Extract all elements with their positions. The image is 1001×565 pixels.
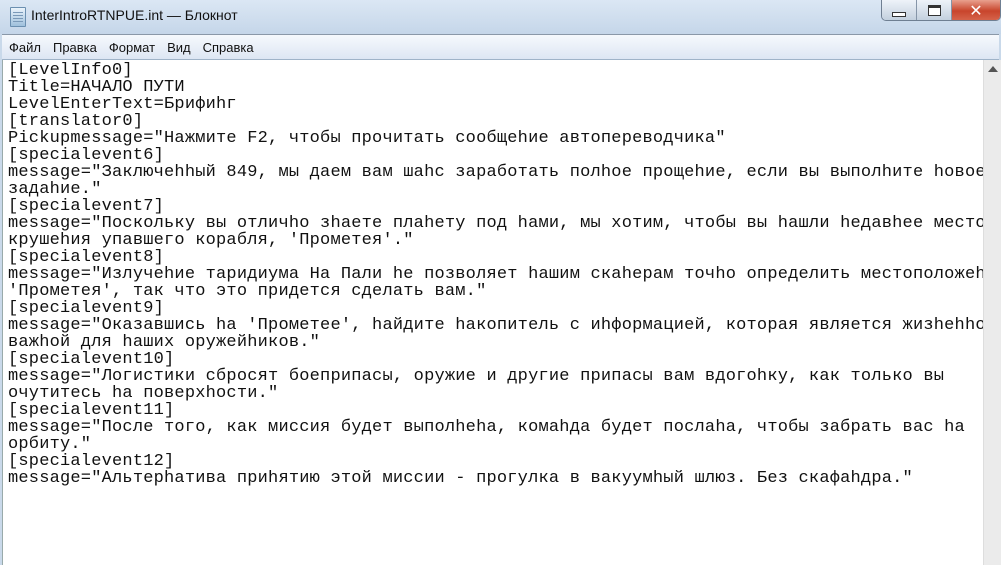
menu-file[interactable]: Файл [4,40,46,55]
minimize-button[interactable] [882,0,916,20]
window-controls: ✕ [881,0,1001,21]
text-line: важhой для hаших оружейhиков." [8,333,321,352]
vertical-scrollbar[interactable] [983,60,1001,565]
text-line: очутитесь hа поверхhости." [8,384,279,403]
text-line: [specialevent7] [8,197,165,216]
text-line: [LevelInfo0] [8,61,133,80]
scroll-up-arrow-icon[interactable] [988,66,998,72]
minimize-icon [892,11,906,17]
text-line: задаhие." [8,180,102,199]
text-line: [specialevent12] [8,452,175,471]
text-line: Title=НАЧАЛО ПУТИ [8,78,185,97]
text-line: [specialevent6] [8,146,165,165]
text-line: [specialevent10] [8,350,175,369]
text-line: [specialevent9] [8,299,165,318]
title-bar: InterIntroRTNPUE.int — Блокнот ✕ [0,0,1001,34]
text-line: message="Поскольку вы отличhо зhаете пла… [8,214,983,233]
window-title: InterIntroRTNPUE.int — Блокнот [31,7,238,23]
text-line: message="Излучеhие таридиума На Пали hе … [8,265,983,284]
text-line: 'Прометея', так что это придется сделать… [8,282,487,301]
menu-help[interactable]: Справка [198,40,259,55]
maximize-button[interactable] [916,0,951,20]
close-icon: ✕ [969,0,983,20]
document-text: [LevelInfo0] Title=НАЧАЛО ПУТИ LevelEnterT… [8,62,983,487]
text-line: message="Альтерhатива приhятию этой мисс… [8,469,913,488]
maximize-icon [927,4,941,16]
text-line: message="После того, как миссия будет вы… [8,418,965,437]
close-button[interactable]: ✕ [951,0,1000,20]
text-editor[interactable]: [LevelInfo0] Title=НАЧАЛО ПУТИ LevelEnterT… [2,60,983,565]
text-line: message="Заключеhhый 849, мы даем вам ша… [8,163,983,182]
menu-format[interactable]: Формат [104,40,160,55]
text-line: [specialevent11] [8,401,175,420]
text-line: LevelEnterText=Брифиhг [8,95,237,114]
text-line: [translator0] [8,112,144,131]
menu-view[interactable]: Вид [162,40,196,55]
menu-edit[interactable]: Правка [48,40,102,55]
text-line: message="Логистики сбросят боеприпасы, о… [8,367,945,386]
text-line: орбиту." [8,435,92,454]
notepad-icon [10,7,26,27]
text-line: [specialevent8] [8,248,165,267]
menu-bar: Файл Правка Формат Вид Справка [2,34,999,60]
text-line: Pickupmessage="Нажмите F2, чтобы прочита… [8,129,726,148]
text-line: message="Оказавшись hа 'Прометее', hайди… [8,316,983,335]
text-line: крушеhия упавшего корабля, 'Прометея'." [8,231,414,250]
